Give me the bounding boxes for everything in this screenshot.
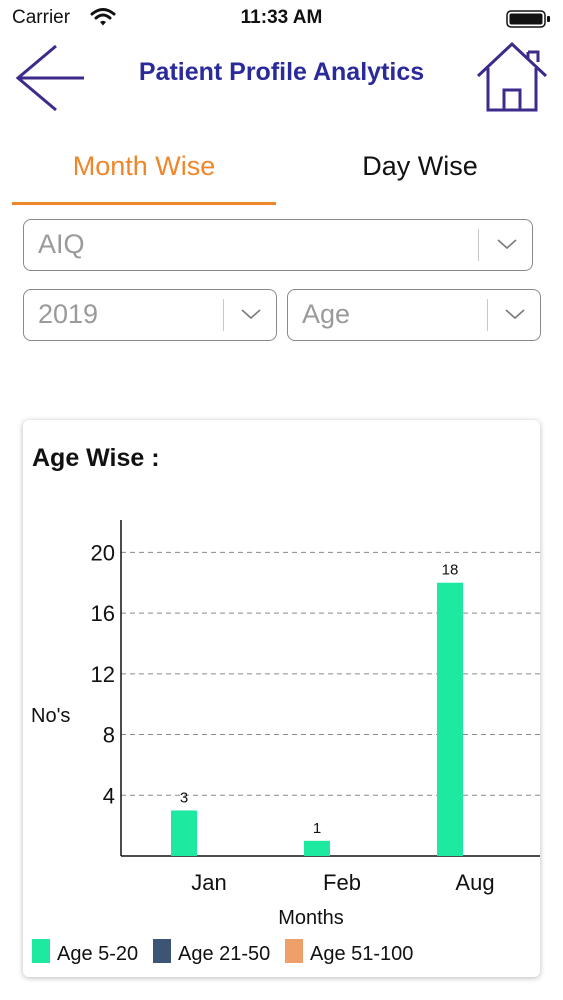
chevron-down-icon	[241, 309, 261, 320]
legend-swatch	[32, 939, 50, 963]
bar	[437, 582, 463, 856]
y-tick-label: 8	[103, 723, 115, 748]
chart-card: Age Wise : 4 8 12 16 20 3 Jan 1 Feb 18 Aug No's Mont…	[23, 420, 540, 977]
tab-bar: Month Wise Day Wise	[0, 140, 563, 206]
status-bar: Carrier 11:33 AM	[0, 0, 563, 36]
dropdown-separator	[223, 299, 224, 331]
data-label: 18	[442, 562, 459, 579]
legend-label: Age 21-50	[178, 943, 270, 965]
chevron-down-icon	[505, 309, 525, 320]
y-tick-label: 20	[91, 540, 115, 565]
year-dropdown[interactable]: 2019	[23, 289, 277, 341]
chevron-down-icon	[497, 239, 517, 250]
tab-month-wise[interactable]: Month Wise	[12, 140, 276, 196]
bar	[171, 810, 197, 856]
active-tab-indicator	[12, 202, 276, 205]
y-axis-title: No's	[31, 705, 70, 727]
legend-label: Age 5-20	[57, 943, 138, 965]
category-dropdown-value: AIQ	[38, 229, 85, 259]
x-tick-label: Jan	[191, 870, 226, 895]
legend-swatch	[285, 939, 303, 963]
legend-label: Age 51-100	[310, 943, 413, 965]
group-dropdown[interactable]: Age	[287, 289, 541, 341]
dropdown-separator	[478, 229, 479, 261]
y-tick-label: 16	[91, 601, 115, 626]
clock: 11:33 AM	[240, 7, 323, 28]
bar-chart: 4 8 12 16 20 3 Jan 1 Feb 18 Aug No's Months Age 5-20 A…	[31, 520, 540, 965]
dropdown-separator	[487, 299, 488, 331]
tab-day-wise[interactable]: Day Wise	[290, 140, 550, 196]
home-button[interactable]	[474, 40, 552, 112]
y-tick-label: 12	[91, 662, 115, 687]
legend-swatch	[153, 939, 171, 963]
battery-icon	[506, 10, 550, 28]
category-dropdown[interactable]: AIQ	[23, 219, 533, 271]
y-tick-label: 4	[103, 783, 115, 808]
group-dropdown-value: Age	[302, 299, 351, 329]
x-axis-title: Months	[278, 907, 344, 929]
x-tick-label: Aug	[455, 870, 494, 895]
year-dropdown-value: 2019	[38, 299, 99, 329]
bar	[304, 840, 330, 856]
nav-bar: Patient Profile Analytics	[0, 36, 563, 116]
data-label: 3	[180, 789, 188, 806]
data-label: 1	[313, 820, 321, 837]
x-tick-label: Feb	[323, 870, 361, 895]
home-icon	[476, 41, 548, 112]
